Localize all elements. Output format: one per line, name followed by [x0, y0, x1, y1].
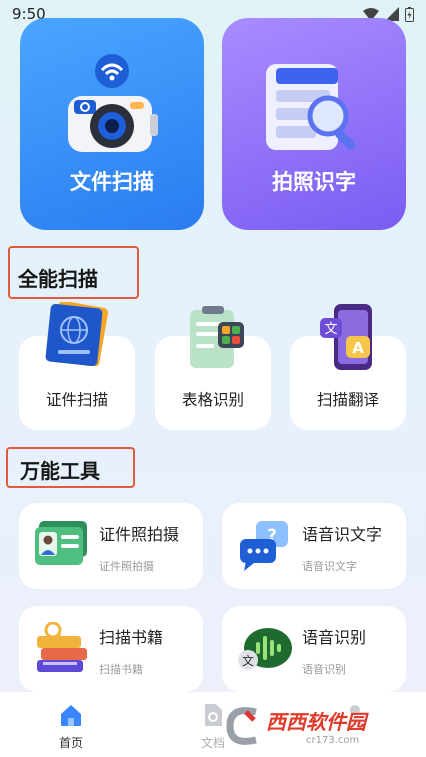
tool-title: 语音识文字 [302, 525, 383, 544]
document-icon [205, 704, 222, 726]
tile-label: 表格识别 [181, 391, 244, 409]
speech-to-text-card[interactable]: ? 语音识文字 语音识文字 [222, 503, 406, 589]
tool-title: 语音识别 [302, 628, 367, 647]
voice-recognition-icon: 文 [238, 628, 292, 670]
scan-books-card[interactable]: 扫描书籍 扫描书籍 [19, 606, 203, 692]
file-scan-label: 文件扫描 [70, 170, 154, 194]
tile-label: 扫描翻译 [316, 391, 379, 409]
tool-subtitle: 扫描书籍 [99, 663, 143, 676]
svg-text:A: A [352, 339, 364, 357]
passport-icon [45, 302, 109, 366]
id-card-icon [35, 521, 87, 565]
watermark: 西西软件园 cr173.com [226, 702, 426, 750]
battery-icon [405, 6, 414, 22]
document-magnifier-icon [266, 64, 356, 150]
id-photo-card[interactable]: 证件照拍摄 证件照拍摄 [19, 503, 203, 589]
books-icon [37, 622, 87, 672]
svg-text:文: 文 [324, 322, 337, 337]
file-scan-card[interactable]: 文件扫描 [20, 18, 204, 230]
nav-home-label: 首页 [58, 736, 83, 750]
translate-phone-icon: 文 A [320, 304, 372, 370]
tools-title: 万能工具 [20, 459, 100, 483]
watermark-url: cr173.com [306, 735, 360, 746]
watermark-logo-icon [226, 707, 257, 745]
tool-title: 扫描书籍 [99, 628, 164, 647]
spreadsheet-icon [190, 306, 244, 368]
photo-ocr-card[interactable]: 拍照识字 [222, 18, 406, 230]
tool-subtitle: 证件照拍摄 [99, 560, 154, 573]
camera-wifi-icon [68, 54, 158, 152]
watermark-text: 西西软件园 [266, 710, 366, 734]
home-icon [61, 705, 81, 726]
speech-bubble-icon: ? [240, 521, 288, 571]
all-scan-title: 全能扫描 [18, 267, 98, 291]
tool-subtitle: 语音识文字 [302, 560, 357, 573]
tool-title: 证件照拍摄 [99, 525, 180, 544]
tool-subtitle: 语音识别 [302, 663, 346, 676]
nav-home[interactable]: 首页 [0, 692, 142, 757]
tile-label: 证件扫描 [45, 391, 108, 409]
svg-text:文: 文 [242, 653, 254, 668]
photo-ocr-label: 拍照识字 [272, 170, 356, 194]
voice-recognition-card[interactable]: 文 语音识别 语音识别 [222, 606, 406, 692]
